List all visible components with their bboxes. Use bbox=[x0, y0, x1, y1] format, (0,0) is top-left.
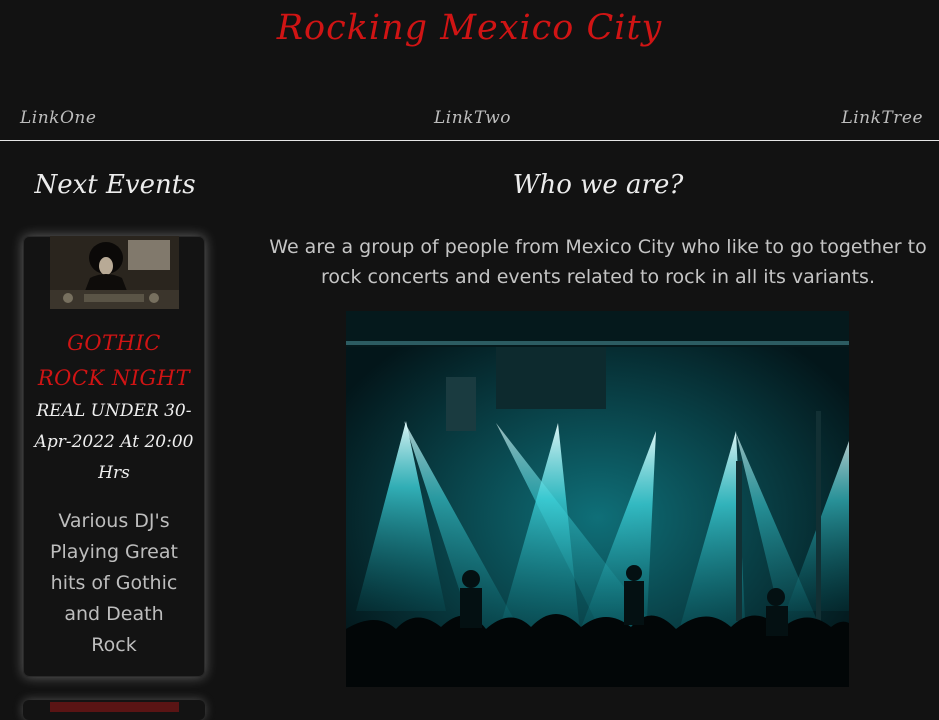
event-thumbnail bbox=[50, 236, 179, 309]
dj-photo-icon bbox=[50, 236, 179, 309]
event-card[interactable]: GOTHIC ROCK NIGHT REAL UNDER 30-Apr-2022… bbox=[23, 236, 205, 677]
nav-link-two[interactable]: LinkTwo bbox=[434, 108, 511, 128]
concert-image bbox=[346, 311, 849, 687]
event-title[interactable]: GOTHIC ROCK NIGHT bbox=[33, 326, 195, 396]
event-description: Various DJ's Playing Great hits of Gothi… bbox=[50, 510, 178, 656]
concert-photo-icon bbox=[346, 311, 849, 687]
site-title: Rocking Mexico City bbox=[276, 8, 663, 48]
event-date: REAL UNDER 30-Apr-2022 At 20:00 Hrs bbox=[34, 401, 194, 483]
event-thumbnail bbox=[50, 702, 179, 712]
event-card[interactable] bbox=[23, 700, 205, 720]
nav-divider bbox=[0, 140, 939, 141]
nav-link-tree[interactable]: LinkTree bbox=[841, 108, 923, 128]
about-text: We are a group of people from Mexico Cit… bbox=[269, 236, 927, 288]
events-heading: Next Events bbox=[34, 170, 196, 200]
about-heading: Who we are? bbox=[512, 170, 684, 200]
nav-link-one[interactable]: LinkOne bbox=[20, 108, 96, 128]
